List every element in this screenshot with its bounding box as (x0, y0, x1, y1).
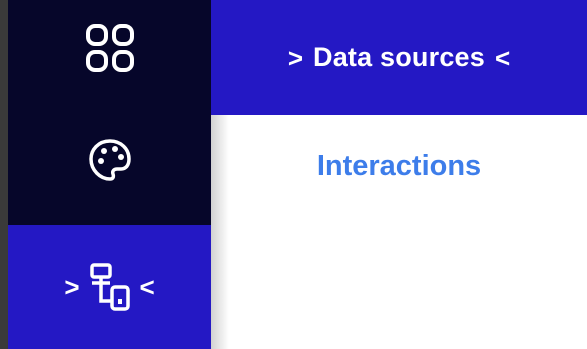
header-chevron-left-icon: < (494, 42, 511, 73)
window-edge (0, 0, 8, 349)
data-sources-panel: > Data sources < Interactions (211, 0, 587, 349)
data-sources-icon (89, 263, 130, 311)
header-chevron-right-icon: > (287, 42, 303, 73)
sidebar-item-data-sources[interactable]: > < (8, 225, 211, 349)
sidebar-item-apps[interactable] (8, 0, 211, 95)
panel-title: Data sources (313, 42, 485, 72)
chevron-right-icon: > (64, 272, 80, 302)
panel-shadow (211, 115, 229, 349)
icon-sidebar: > < (8, 0, 211, 349)
grid-icon (85, 23, 134, 72)
panel-header: > Data sources < (211, 0, 587, 115)
palette-icon (88, 139, 131, 181)
interactions-link[interactable]: Interactions (211, 150, 587, 183)
sidebar-item-theme[interactable] (8, 110, 211, 210)
app-frame: > < > Data sources < Interactions (0, 0, 587, 349)
chevron-left-icon: < (139, 272, 155, 302)
